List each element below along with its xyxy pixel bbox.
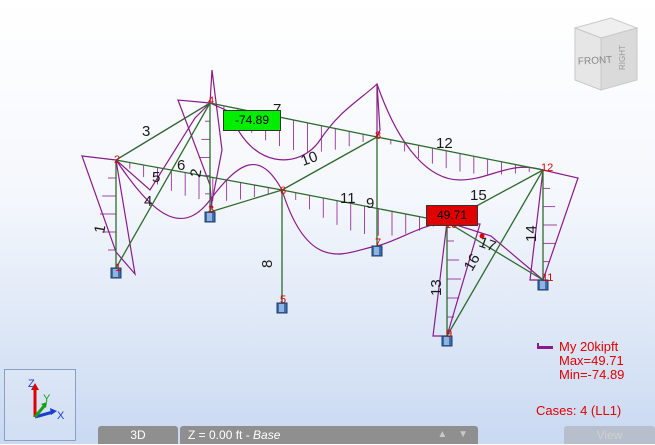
- axis-y-label: Y: [43, 393, 51, 405]
- diagram-legend: My 20kipft Max=49.71 Min=-74.89: [537, 340, 624, 382]
- node-label-4: 4: [208, 95, 214, 107]
- node-label-12: 12: [541, 162, 553, 174]
- axis-x-label: X: [57, 410, 65, 422]
- member-label-8: 8: [259, 260, 276, 268]
- legend-max: Max=49.71: [559, 353, 624, 368]
- member-4[interactable]: [115, 102, 211, 269]
- members-layer: [115, 102, 544, 337]
- member-label-14: 14: [523, 225, 540, 242]
- node-label-3: 3: [208, 204, 214, 216]
- axis-z-label: Z: [28, 378, 35, 390]
- axis-triad: Z Y X: [4, 369, 76, 441]
- member-label-15: 15: [470, 187, 487, 204]
- member-label-10: 10: [299, 148, 320, 170]
- node-label-1: 1: [115, 262, 121, 274]
- moment-diagram-layer: [81, 69, 579, 337]
- moment-diagram-segment: [177, 99, 213, 209]
- node-label-11: 11: [542, 272, 553, 284]
- level-name: Base: [253, 428, 281, 442]
- member-label-9: 9: [366, 195, 374, 212]
- member-10[interactable]: [281, 136, 378, 191]
- legend-title: My 20kipft: [559, 339, 619, 354]
- member-label-12: 12: [436, 135, 453, 152]
- supports-layer: [110, 211, 549, 347]
- moment-diagram-segment: [81, 155, 136, 277]
- member-label-4: 4: [144, 193, 152, 210]
- max-moment-box: 49.71: [426, 205, 478, 226]
- member-label-2: 2: [187, 168, 205, 179]
- node-label-9: 9: [446, 328, 452, 340]
- view-mode-button[interactable]: 3D: [98, 426, 178, 444]
- member-3[interactable]: [115, 102, 211, 161]
- view-cube[interactable]: FRONT RIGHT: [571, 14, 641, 94]
- member-label-16: 16: [461, 251, 484, 274]
- node-label-8: 8: [375, 130, 381, 142]
- labels-layer: 1234567891011121314151617123456789101112: [91, 95, 553, 340]
- member-6[interactable]: [209, 189, 283, 213]
- legend-swatch: [537, 342, 553, 349]
- moment-diagram-segment: [209, 69, 223, 213]
- legend-min: Min=-74.89: [559, 367, 625, 382]
- node-label-6: 6: [280, 185, 286, 197]
- member-label-6: 6: [177, 157, 185, 174]
- level-prefix: Z = 0.00 ft -: [188, 428, 254, 442]
- member-16[interactable]: [446, 169, 544, 337]
- model-viewport[interactable]: 1234567891011121314151617123456789101112…: [0, 0, 655, 444]
- max-location-marker: [479, 233, 485, 239]
- member-label-11: 11: [340, 190, 356, 207]
- member-label-13: 13: [428, 279, 445, 296]
- min-moment-value: -74.89: [234, 113, 270, 127]
- level-selector[interactable]: Z = 0.00 ft - Base ▲ ▼: [180, 426, 478, 444]
- node-label-5: 5: [280, 294, 286, 306]
- status-bar: 3D Z = 0.00 ft - Base ▲ ▼ View: [98, 426, 655, 444]
- member-label-3: 3: [142, 123, 150, 140]
- node-label-7: 7: [375, 237, 381, 249]
- view-button[interactable]: View: [564, 426, 655, 444]
- member-label-5: 5: [152, 169, 160, 186]
- load-cases-label: Cases: 4 (LL1): [536, 403, 622, 418]
- max-moment-value: 49.71: [436, 208, 468, 222]
- view-cube-right-label: RIGHT: [618, 45, 627, 70]
- node-label-2: 2: [114, 154, 120, 166]
- min-moment-box: -74.89: [223, 110, 281, 131]
- view-cube-front-label: FRONT: [578, 55, 613, 68]
- level-nav-arrows[interactable]: ▲ ▼: [437, 426, 472, 444]
